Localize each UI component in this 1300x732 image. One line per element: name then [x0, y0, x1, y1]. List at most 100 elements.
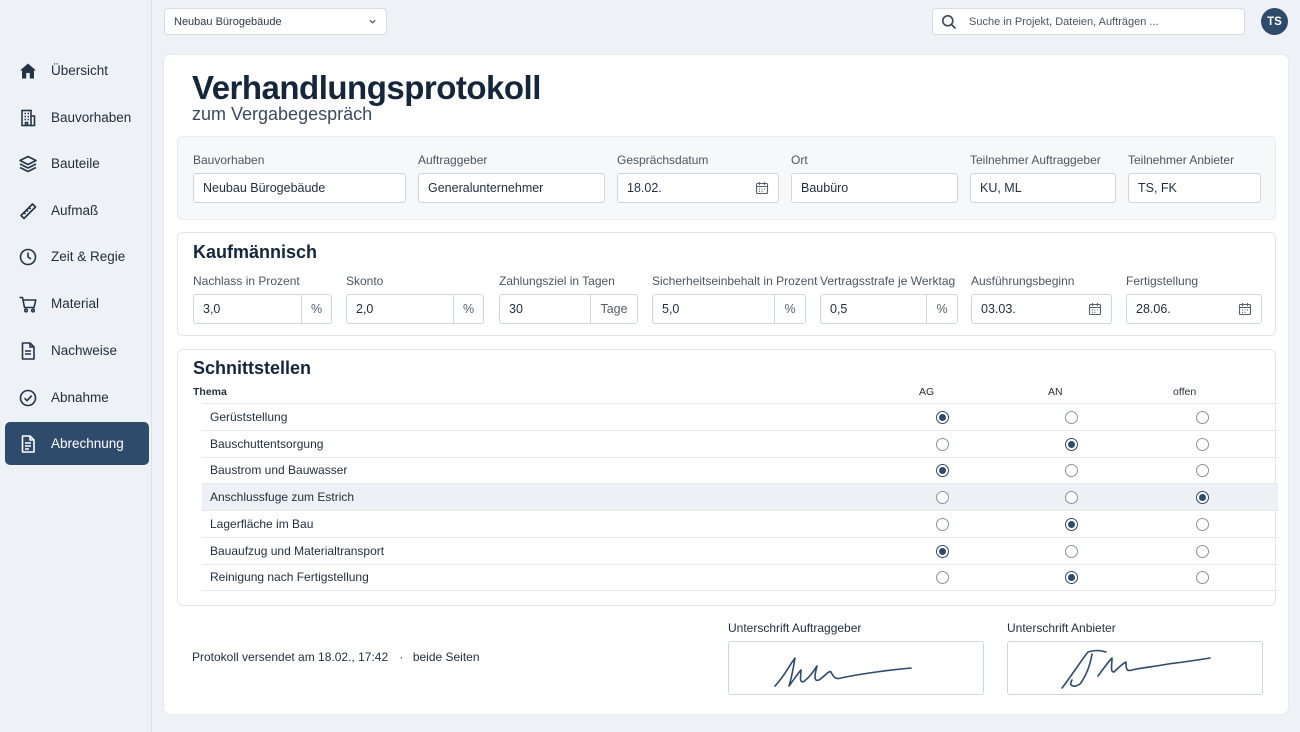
vertragsstrafe-input[interactable]: 0,5 % [820, 294, 958, 324]
radio-an[interactable] [1065, 437, 1078, 451]
radio-ag[interactable] [936, 411, 949, 424]
layers-icon [18, 154, 38, 174]
skonto-value: 2,0 [356, 302, 374, 316]
radio-offen[interactable] [1196, 491, 1209, 505]
radio-an[interactable] [1065, 491, 1078, 505]
general-info-panel: Bauvorhaben Neubau Bürogebäude Auftragge… [177, 136, 1276, 220]
calendar-icon[interactable] [1238, 302, 1252, 316]
radio-offen[interactable] [1196, 437, 1209, 451]
fertigstellung-value: 28.06. [1136, 302, 1171, 316]
signature-an-box[interactable] [1007, 641, 1263, 695]
radio-ag[interactable] [936, 464, 949, 478]
auftraggeber-label: Auftraggeber [418, 153, 488, 167]
calendar-icon[interactable] [755, 181, 769, 195]
row-thema: Baustrom und Bauwasser [210, 463, 348, 478]
sidebar-item-abrechnung[interactable]: Abrechnung [5, 422, 149, 465]
sidebar-item-bauvorhaben[interactable]: Bauvorhaben [5, 96, 149, 139]
zahlungsziel-value: 30 [509, 302, 523, 316]
project-select-value: Neubau Bürogebäude [174, 15, 282, 28]
radio-ag[interactable] [936, 491, 949, 505]
radio-an[interactable] [1065, 411, 1078, 424]
signature-ag-box[interactable] [728, 641, 984, 695]
gespraechsdatum-field[interactable]: 18.02. [617, 173, 779, 203]
ruler-icon [18, 201, 38, 221]
row-thema: Anschlussfuge zum Estrich [210, 490, 355, 505]
radio-an[interactable] [1065, 517, 1078, 531]
search-bar[interactable] [932, 8, 1245, 35]
radio-ag[interactable] [936, 437, 949, 451]
radio-ag[interactable] [936, 517, 949, 531]
radio-offen[interactable] [1196, 571, 1209, 585]
gespraechsdatum-value: 18.02. [627, 181, 662, 195]
invoice-icon [18, 434, 38, 454]
kaufmaennisch-title: Kaufmännisch [193, 242, 318, 262]
sidebar-item-label: Bauteile [51, 156, 100, 171]
sidebar: Übersicht Bauvorhaben Bauteile Aufmaß Ze… [0, 0, 152, 732]
project-select[interactable]: Neubau Bürogebäude [164, 8, 387, 35]
ort-label: Ort [791, 153, 808, 167]
page-title: Verhandlungsprotokoll [192, 69, 541, 106]
table-row: Baustrom und Bauwasser [202, 457, 1278, 485]
search-input[interactable] [969, 15, 1239, 28]
radio-ag[interactable] [936, 571, 949, 585]
row-thema: Bauschuttentsorgung [210, 436, 324, 451]
sidebar-item-zeit-regie[interactable]: Zeit & Regie [5, 235, 149, 278]
teilnehmer-ag-field[interactable]: KU, ML [970, 173, 1116, 203]
sidebar-item-label: Bauvorhaben [51, 110, 132, 125]
nachlass-value: 3,0 [203, 302, 221, 316]
fertigstellung-field[interactable]: 28.06. [1126, 294, 1262, 324]
clock-icon [18, 247, 38, 267]
radio-an[interactable] [1065, 544, 1078, 558]
bauvorhaben-value: Neubau Bürogebäude [203, 181, 326, 195]
ort-field[interactable]: Baubüro [791, 173, 958, 203]
table-row: Bauaufzug und Materialtransport [202, 538, 1278, 565]
teilnehmer-ag-label: Teilnehmer Auftraggeber [970, 153, 1101, 167]
sidebar-item-bauteile[interactable]: Bauteile [5, 142, 149, 185]
sidebar-item-uebersicht[interactable]: Übersicht [5, 49, 149, 92]
teilnehmer-an-value: TS, FK [1138, 181, 1177, 195]
schnittstellen-panel: Schnittstellen Thema AG AN offen Gerüsts… [177, 349, 1278, 606]
avatar[interactable]: TS [1261, 8, 1288, 35]
radio-offen[interactable] [1196, 544, 1209, 558]
search-icon [941, 14, 957, 30]
sidebar-item-aufmass[interactable]: Aufmaß [5, 189, 149, 232]
table-row: Bauschuttentsorgung [202, 431, 1278, 458]
sicherheitseinbehalt-input[interactable]: 5,0 % [652, 294, 806, 324]
radio-an[interactable] [1065, 464, 1078, 478]
vertragsstrafe-value: 0,5 [830, 302, 848, 316]
percent-suffix: % [301, 295, 331, 323]
protocol-status-suffix: beide Seiten [412, 650, 480, 664]
radio-offen[interactable] [1196, 411, 1209, 424]
bauvorhaben-field[interactable]: Neubau Bürogebäude [193, 173, 406, 203]
nachlass-input[interactable]: 3,0 % [193, 294, 332, 324]
ausfuehrungsbeginn-label: Ausführungsbeginn [971, 274, 1075, 288]
sidebar-item-label: Material [51, 296, 100, 311]
ort-value: Baubüro [801, 181, 849, 195]
radio-an[interactable] [1065, 571, 1078, 585]
zahlungsziel-label: Zahlungsziel in Tagen [499, 274, 615, 288]
sidebar-item-label: Abrechnung [51, 436, 124, 451]
auftraggeber-field[interactable]: Generalunternehmer [418, 173, 605, 203]
column-header-offen: offen [1173, 386, 1197, 398]
protocol-status-text: Protokoll versendet am 18.02., 17:42 [192, 650, 389, 664]
radio-offen[interactable] [1196, 517, 1209, 531]
skonto-label: Skonto [346, 274, 384, 288]
teilnehmer-an-field[interactable]: TS, FK [1128, 173, 1261, 203]
ausfuehrungsbeginn-field[interactable]: 03.03. [971, 294, 1112, 324]
signature-ag-image [774, 657, 912, 687]
radio-offen[interactable] [1196, 464, 1209, 478]
zahlungsziel-input[interactable]: 30 Tage [499, 294, 638, 324]
building-icon [18, 108, 38, 128]
signature-ag-label: Unterschrift Auftraggeber [728, 621, 862, 635]
radio-ag[interactable] [936, 544, 949, 558]
percent-suffix: % [774, 295, 805, 323]
table-row: Anschlussfuge zum Estrich [202, 484, 1278, 512]
sidebar-item-abnahme[interactable]: Abnahme [5, 376, 149, 419]
column-header-thema: Thema [193, 386, 227, 398]
calendar-icon[interactable] [1088, 302, 1102, 316]
schnittstellen-title: Schnittstellen [193, 358, 312, 378]
sidebar-item-nachweise[interactable]: Nachweise [5, 329, 149, 372]
skonto-input[interactable]: 2,0 % [346, 294, 484, 324]
status-separator: · [399, 650, 404, 664]
sidebar-item-material[interactable]: Material [5, 282, 149, 325]
